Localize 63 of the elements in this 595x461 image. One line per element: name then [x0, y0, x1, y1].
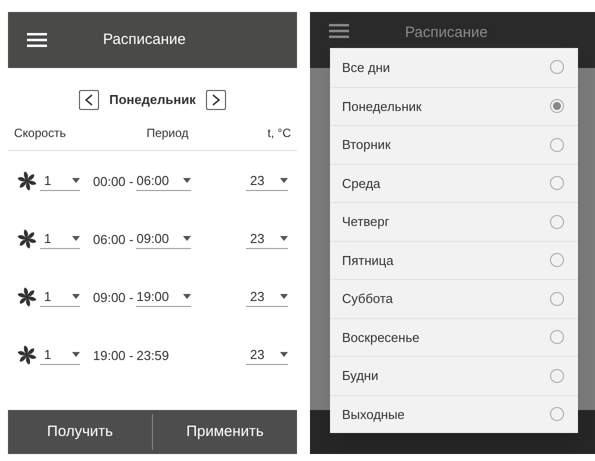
speed-dropdown[interactable]: 1 — [40, 229, 80, 249]
temperature-dropdown[interactable]: 23 — [246, 171, 288, 191]
speed-dropdown[interactable]: 1 — [40, 345, 80, 365]
radio-button[interactable] — [550, 60, 564, 74]
caret-icon — [72, 352, 80, 357]
next-day-button[interactable] — [206, 90, 226, 110]
menu-item[interactable]: Все дни — [330, 48, 578, 86]
fan-icon — [17, 287, 37, 307]
radio-button[interactable] — [550, 253, 564, 268]
caret-icon — [183, 294, 192, 299]
previous-day-button[interactable] — [79, 90, 100, 110]
menu-item[interactable]: Четверг — [330, 202, 578, 240]
temperature-dropdown[interactable]: 23 — [246, 287, 288, 307]
temperature-dropdown[interactable]: 23 — [246, 229, 288, 249]
period-start: 00:00 - — [93, 174, 134, 188]
menu-item[interactable]: Будни — [330, 356, 578, 394]
fan-icon — [17, 229, 37, 249]
period-start: 19:00 - — [93, 348, 134, 362]
menu-item[interactable]: Понедельник — [330, 86, 578, 125]
caret-icon — [280, 178, 288, 183]
caret-icon — [280, 236, 288, 241]
menu-item[interactable]: Пятница — [330, 240, 578, 279]
period-end-dropdown[interactable]: 09:00 — [136, 229, 192, 249]
caret-icon — [183, 236, 192, 241]
fan-icon — [17, 171, 37, 191]
day-label: Понедельник — [109, 91, 196, 110]
radio-button[interactable] — [550, 368, 564, 383]
caret-icon — [72, 236, 80, 241]
temperature-dropdown[interactable]: 23 — [246, 345, 288, 365]
caret-icon — [72, 178, 80, 183]
period-start: 09:00 - — [93, 290, 134, 304]
radio-button[interactable] — [550, 176, 564, 190]
caret-icon — [280, 294, 288, 299]
menu-item[interactable]: Вторник — [330, 125, 578, 164]
caret-icon — [183, 178, 192, 183]
screen-title: Расписание — [405, 23, 488, 43]
menu-item[interactable]: Воскресенье — [330, 318, 578, 356]
chevron-right-icon — [212, 94, 220, 106]
period-start: 06:00 - — [93, 232, 134, 246]
column-header: Период — [145, 125, 190, 142]
column-header: Скорость — [14, 125, 67, 142]
speed-dropdown[interactable]: 1 — [40, 171, 80, 191]
radio-button[interactable] — [550, 407, 564, 422]
fan-icon — [17, 345, 37, 365]
chevron-left-icon — [85, 94, 94, 106]
period-end: 23:59 — [136, 348, 170, 362]
menu-item[interactable]: Суббота — [330, 279, 578, 318]
radio-button[interactable] — [550, 214, 564, 229]
menu-item[interactable]: Среда — [330, 164, 578, 202]
menu-icon[interactable] — [329, 24, 349, 38]
radio-button[interactable] — [550, 99, 564, 114]
period-end-dropdown[interactable]: 19:00 — [136, 287, 192, 307]
menu-item[interactable]: Выходные — [330, 394, 578, 433]
radio-button[interactable] — [550, 330, 564, 344]
period-end-dropdown[interactable]: 06:00 — [136, 171, 192, 191]
caret-icon — [72, 294, 80, 299]
radio-button[interactable] — [550, 138, 564, 152]
caret-icon — [280, 352, 288, 357]
radio-button[interactable] — [550, 292, 564, 306]
menu-icon[interactable] — [27, 33, 47, 47]
screen-title: Расписание — [103, 30, 186, 50]
speed-dropdown[interactable]: 1 — [40, 287, 80, 307]
column-header: t, °C — [266, 125, 291, 142]
